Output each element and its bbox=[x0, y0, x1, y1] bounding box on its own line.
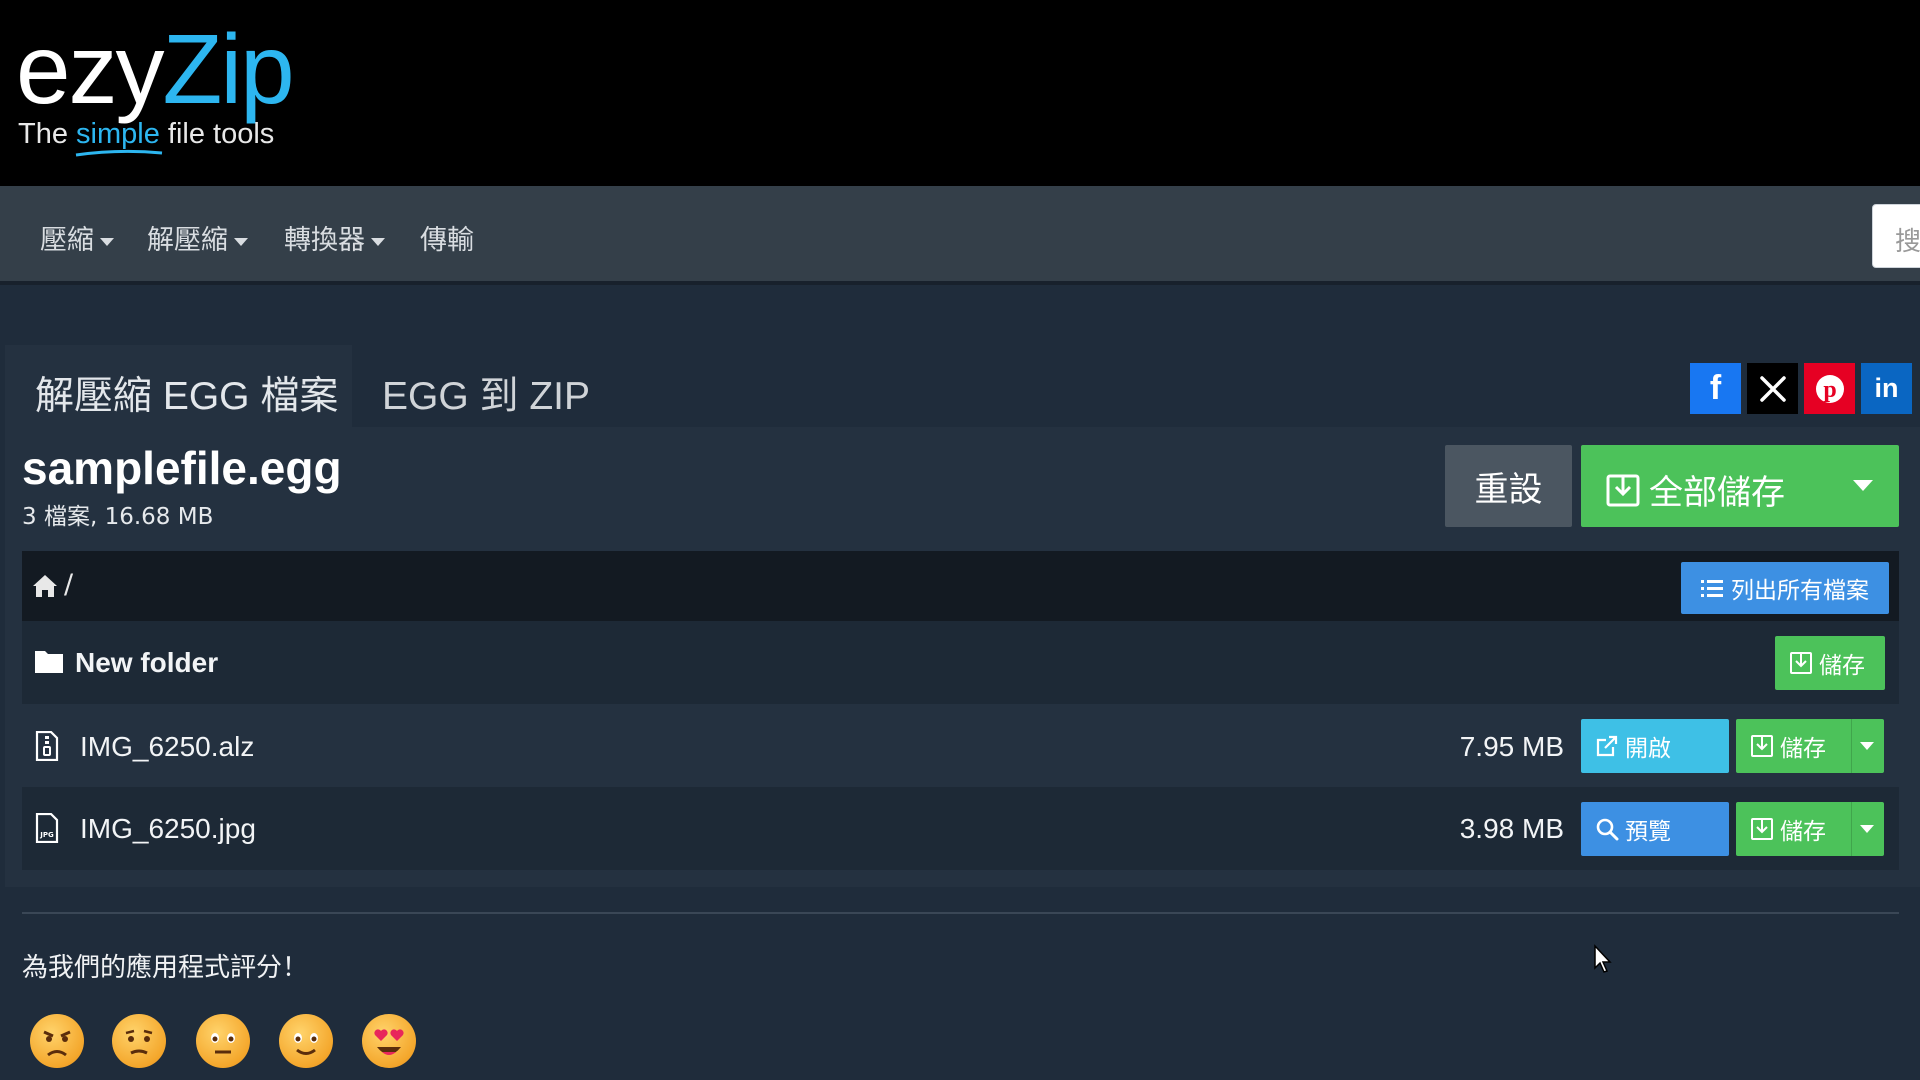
table-row: New folder bbox=[22, 621, 1899, 704]
archive-summary: 3 檔案, 16.68 MB bbox=[22, 504, 214, 530]
nav-extract[interactable]: 解壓縮 bbox=[147, 218, 248, 257]
list-icon bbox=[1701, 580, 1723, 597]
download-icon bbox=[1790, 652, 1812, 674]
worried-face-icon[interactable] bbox=[112, 1014, 166, 1068]
search-input[interactable]: 搜 bbox=[1872, 204, 1920, 268]
list-all-files-button[interactable]: 列出所有檔案 bbox=[1681, 562, 1889, 614]
file-size: 3.98 MB bbox=[1459, 813, 1564, 844]
linkedin-share-button[interactable]: in bbox=[1861, 363, 1912, 414]
breadcrumb: / bbox=[22, 551, 1899, 621]
image-file-icon: JPG bbox=[35, 813, 59, 843]
download-icon bbox=[1751, 818, 1773, 840]
archive-filename: samplefile.egg bbox=[22, 442, 342, 494]
chevron-down-icon[interactable] bbox=[1853, 480, 1873, 491]
save-file-button[interactable]: 儲存 bbox=[1736, 802, 1884, 856]
save-file-button[interactable]: 儲存 bbox=[1736, 719, 1884, 773]
nav-converter[interactable]: 轉換器 bbox=[284, 218, 385, 257]
facebook-share-button[interactable]: f bbox=[1690, 363, 1741, 414]
pinterest-icon: p bbox=[1815, 374, 1844, 403]
download-icon bbox=[1751, 735, 1773, 757]
logo-tagline: The simple file tools bbox=[18, 118, 274, 157]
linkedin-icon: in bbox=[1874, 373, 1899, 403]
rating-title: 為我們的應用程式評分！ bbox=[22, 953, 309, 983]
reset-button[interactable]: 重設 bbox=[1445, 445, 1572, 527]
svg-text:p: p bbox=[1823, 377, 1836, 403]
nav-transfer[interactable]: 傳輸 bbox=[420, 218, 474, 257]
save-all-button[interactable]: 全部儲存 bbox=[1581, 445, 1899, 527]
ezyzip-logo[interactable]: ezyZip The simple file tools bbox=[16, 14, 306, 164]
x-icon bbox=[1759, 375, 1786, 402]
caret-down-icon bbox=[234, 237, 248, 246]
angry-face-icon[interactable] bbox=[30, 1014, 84, 1068]
chevron-down-icon[interactable] bbox=[1860, 825, 1874, 833]
mouse-cursor-icon bbox=[1594, 944, 1612, 973]
pinterest-share-button[interactable]: p bbox=[1804, 363, 1855, 414]
archive-file-icon bbox=[35, 731, 59, 761]
download-icon bbox=[1606, 474, 1640, 506]
nav-compress[interactable]: 壓縮 bbox=[40, 218, 114, 257]
chevron-down-icon[interactable] bbox=[1860, 742, 1874, 750]
svg-text:JPG: JPG bbox=[39, 831, 54, 839]
main-navbar: 壓縮 解壓縮 轉換器 傳輸 搜 bbox=[0, 186, 1920, 285]
open-button[interactable]: 開啟 bbox=[1581, 719, 1729, 773]
section-divider bbox=[22, 912, 1899, 914]
file-name[interactable]: IMG_6250.alz bbox=[80, 731, 254, 763]
tab-egg-to-zip[interactable]: EGG 到 ZIP bbox=[352, 345, 620, 427]
facebook-icon: f bbox=[1709, 369, 1722, 407]
file-name[interactable]: IMG_6250.jpg bbox=[80, 813, 256, 845]
caret-down-icon bbox=[100, 237, 114, 246]
file-size: 7.95 MB bbox=[1459, 731, 1564, 762]
folder-name[interactable]: New folder bbox=[75, 647, 218, 679]
preview-button[interactable]: 預覽 bbox=[1581, 802, 1729, 856]
folder-icon bbox=[35, 651, 63, 673]
logo-wordmark: ezyZip bbox=[16, 14, 295, 124]
smiling-face-icon[interactable] bbox=[279, 1014, 333, 1068]
home-icon[interactable] bbox=[32, 573, 58, 599]
heart-eyes-face-icon[interactable] bbox=[362, 1014, 416, 1068]
neutral-face-icon[interactable] bbox=[196, 1014, 250, 1068]
tab-extract-egg[interactable]: 解壓縮 EGG 檔案 bbox=[5, 345, 352, 427]
save-folder-button[interactable]: 儲存 bbox=[1775, 636, 1885, 690]
external-link-icon bbox=[1596, 735, 1618, 757]
site-header: ezyZip The simple file tools bbox=[0, 0, 1920, 186]
caret-down-icon bbox=[371, 237, 385, 246]
breadcrumb-path: / bbox=[64, 569, 74, 600]
x-share-button[interactable] bbox=[1747, 363, 1798, 414]
search-icon bbox=[1596, 818, 1619, 841]
